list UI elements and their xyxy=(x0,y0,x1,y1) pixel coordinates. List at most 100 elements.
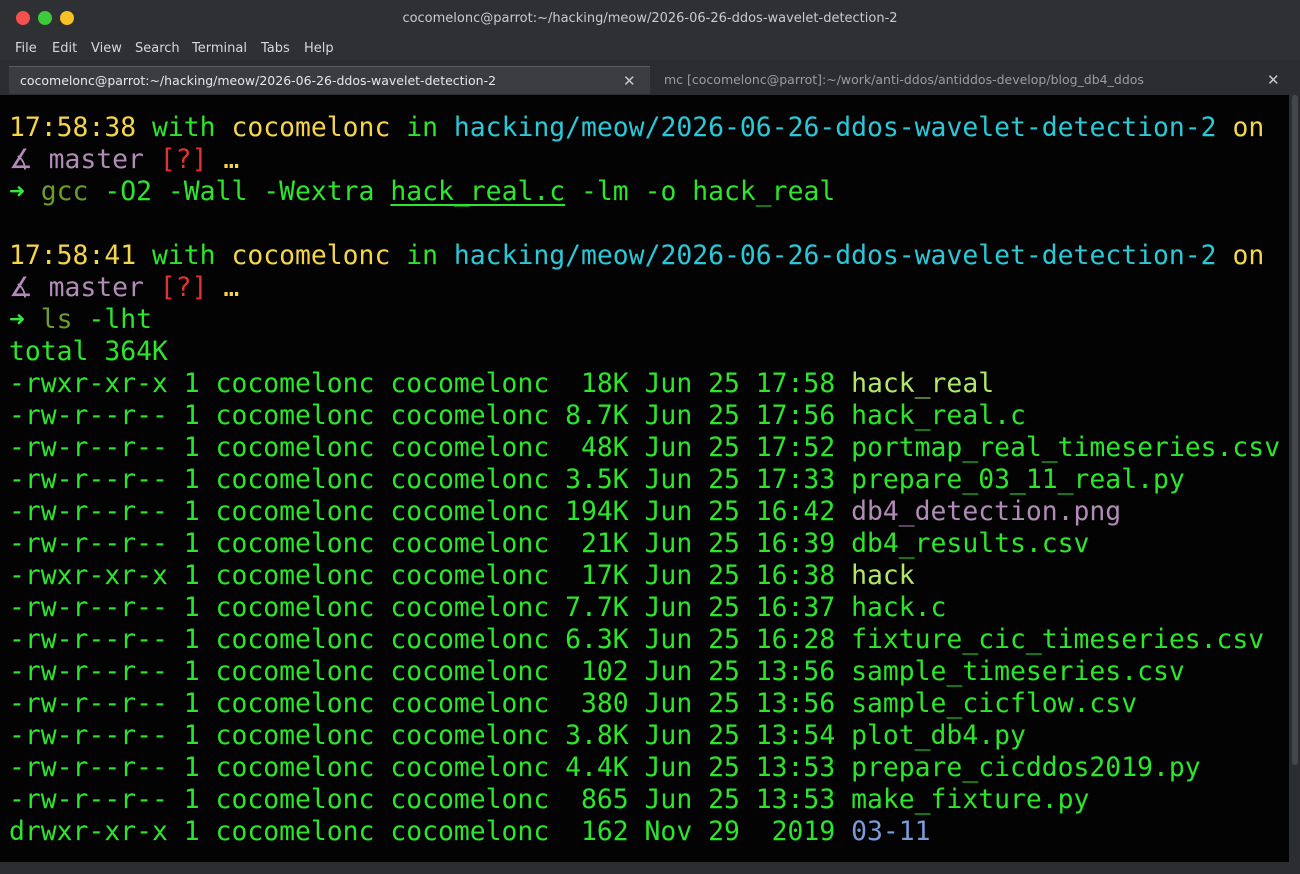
command-args: -lm -o hack_real xyxy=(565,176,836,207)
branch-icon: ∡ xyxy=(9,272,33,303)
tab-label: mc [cocomelonc@parrot]:~/work/anti-ddos/… xyxy=(664,72,1144,87)
tab-terminal-2[interactable]: mc [cocomelonc@parrot]:~/work/anti-ddos/… xyxy=(653,66,1293,94)
ls-row: -rw-r--r-- 1 cocomelonc cocomelonc 8.7K … xyxy=(9,400,1026,432)
prompt-path: hacking/meow/2026-06-26-ddos-wavelet-det… xyxy=(453,240,1217,271)
prompt-branch: master xyxy=(48,144,144,175)
ls-filename: db4_results.csv xyxy=(851,528,1090,559)
prompt-with: with xyxy=(152,240,216,271)
ls-filename: 03-11 xyxy=(851,816,931,847)
ls-meta: -rw-r--r-- 1 cocomelonc cocomelonc 865 J… xyxy=(9,784,852,815)
tab-bar: cocomelonc@parrot:~/hacking/meow/2026-06… xyxy=(0,66,1300,94)
prompt-path: hacking/meow/2026-06-26-ddos-wavelet-det… xyxy=(453,112,1217,143)
tab-terminal-1[interactable]: cocomelonc@parrot:~/hacking/meow/2026-06… xyxy=(9,66,650,94)
window-bottom-border xyxy=(0,862,1300,874)
ls-row: -rw-r--r-- 1 cocomelonc cocomelonc 865 J… xyxy=(9,784,1089,816)
tab-label: cocomelonc@parrot:~/hacking/meow/2026-06… xyxy=(20,73,497,88)
command-args: -lht xyxy=(72,304,153,335)
close-icon[interactable]: ✕ xyxy=(623,67,636,95)
ls-meta: -rwxr-xr-x 1 cocomelonc cocomelonc 18K J… xyxy=(9,368,852,399)
menu-tabs[interactable]: Tabs xyxy=(261,41,290,56)
command-line: ➜ gcc -O2 -Wall -Wextra hack_real.c -lm … xyxy=(9,176,835,208)
ls-filename: hack_real xyxy=(851,368,995,399)
command-file-arg: hack_real.c xyxy=(390,176,566,207)
ls-meta: -rw-r--r-- 1 cocomelonc cocomelonc 380 J… xyxy=(9,688,852,719)
prompt-on: on xyxy=(1232,112,1265,143)
ls-total: total 364K xyxy=(9,336,168,367)
ls-meta: -rwxr-xr-x 1 cocomelonc cocomelonc 17K J… xyxy=(9,560,852,591)
prompt-user: cocomelonc xyxy=(231,112,391,143)
menu-bar: File Edit View Search Terminal Tabs Help xyxy=(0,38,1300,60)
ls-meta: -rw-r--r-- 1 cocomelonc cocomelonc 3.5K … xyxy=(9,464,852,495)
close-icon[interactable]: ✕ xyxy=(1267,66,1280,94)
ls-row: -rw-r--r-- 1 cocomelonc cocomelonc 3.8K … xyxy=(9,720,1026,752)
ls-meta: -rw-r--r-- 1 cocomelonc cocomelonc 48K J… xyxy=(9,432,852,463)
prompt-time: 17:58:38 xyxy=(9,112,137,143)
prompt-time: 17:58:41 xyxy=(9,240,137,271)
ls-filename: db4_detection.png xyxy=(851,496,1122,527)
ls-meta: -rw-r--r-- 1 cocomelonc cocomelonc 21K J… xyxy=(9,528,852,559)
command-line: ➜ ls -lht xyxy=(9,304,152,336)
window-title: cocomelonc@parrot:~/hacking/meow/2026-06… xyxy=(402,11,898,26)
menu-view[interactable]: View xyxy=(91,41,122,56)
prompt-ellipsis: … xyxy=(223,272,240,303)
ls-filename: sample_timeseries.csv xyxy=(851,656,1185,687)
ls-filename: fixture_cic_timeseries.csv xyxy=(851,624,1265,655)
ls-row: -rwxr-xr-x 1 cocomelonc cocomelonc 17K J… xyxy=(9,560,915,592)
ls-filename: sample_cicflow.csv xyxy=(851,688,1138,719)
ls-meta: -rw-r--r-- 1 cocomelonc cocomelonc 194K … xyxy=(9,496,852,527)
menu-file[interactable]: File xyxy=(15,41,37,56)
branch-icon: ∡ xyxy=(9,144,33,175)
command-name: ls xyxy=(40,304,73,335)
ls-row: -rw-r--r-- 1 cocomelonc cocomelonc 4.4K … xyxy=(9,752,1201,784)
ls-row: -rw-r--r-- 1 cocomelonc cocomelonc 48K J… xyxy=(9,432,1280,464)
prompt-on: on xyxy=(1232,240,1265,271)
ls-row: drwxr-xr-x 1 cocomelonc cocomelonc 162 N… xyxy=(9,816,931,848)
ls-row: -rw-r--r-- 1 cocomelonc cocomelonc 194K … xyxy=(9,496,1121,528)
prompt-git-line: ∡ master [?] … xyxy=(9,144,239,176)
ls-filename: hack_real.c xyxy=(851,400,1026,431)
ls-meta: -rw-r--r-- 1 cocomelonc cocomelonc 8.7K … xyxy=(9,400,852,431)
ls-row: -rwxr-xr-x 1 cocomelonc cocomelonc 18K J… xyxy=(9,368,994,400)
ls-filename: prepare_cicddos2019.py xyxy=(851,752,1201,783)
arrow-icon: ➜ xyxy=(9,304,25,335)
prompt-git-status: [?] xyxy=(159,272,208,303)
prompt-branch: master xyxy=(48,272,144,303)
ls-row: -rw-r--r-- 1 cocomelonc cocomelonc 380 J… xyxy=(9,688,1137,720)
prompt-ellipsis: … xyxy=(223,144,240,175)
ls-filename: hack.c xyxy=(851,592,947,623)
command-args: -O2 -Wall -Wextra xyxy=(88,176,391,207)
prompt-line: 17:58:41 with cocomelonc in hacking/meow… xyxy=(9,240,1264,272)
ls-filename: plot_db4.py xyxy=(851,720,1026,751)
terminal-view[interactable]: 17:58:38 with cocomelonc in hacking/meow… xyxy=(0,95,1289,862)
arrow-icon: ➜ xyxy=(9,176,25,207)
ls-row: -rw-r--r-- 1 cocomelonc cocomelonc 3.5K … xyxy=(9,464,1185,496)
prompt-with: with xyxy=(152,112,216,143)
prompt-in: in xyxy=(406,240,439,271)
prompt-in: in xyxy=(406,112,439,143)
command-name: gcc xyxy=(40,176,89,207)
ls-row: -rw-r--r-- 1 cocomelonc cocomelonc 6.3K … xyxy=(9,624,1264,656)
ls-filename: portmap_real_timeseries.csv xyxy=(851,432,1281,463)
prompt-git-line: ∡ master [?] … xyxy=(9,272,239,304)
ls-filename: hack xyxy=(851,560,915,591)
title-bar: cocomelonc@parrot:~/hacking/meow/2026-06… xyxy=(0,0,1300,38)
prompt-line: 17:58:38 with cocomelonc in hacking/meow… xyxy=(9,112,1264,144)
ls-meta: -rw-r--r-- 1 cocomelonc cocomelonc 3.8K … xyxy=(9,720,852,751)
menu-edit[interactable]: Edit xyxy=(52,41,77,56)
ls-meta: -rw-r--r-- 1 cocomelonc cocomelonc 4.4K … xyxy=(9,752,852,783)
ls-meta: -rw-r--r-- 1 cocomelonc cocomelonc 102 J… xyxy=(9,656,852,687)
terminal-scrollbar[interactable] xyxy=(1292,95,1298,765)
prompt-user: cocomelonc xyxy=(231,240,391,271)
ls-row: -rw-r--r-- 1 cocomelonc cocomelonc 102 J… xyxy=(9,656,1185,688)
ls-filename: prepare_03_11_real.py xyxy=(851,464,1185,495)
menu-terminal[interactable]: Terminal xyxy=(192,41,247,56)
ls-meta: drwxr-xr-x 1 cocomelonc cocomelonc 162 N… xyxy=(9,816,852,847)
ls-row: -rw-r--r-- 1 cocomelonc cocomelonc 21K J… xyxy=(9,528,1089,560)
ls-filename: make_fixture.py xyxy=(851,784,1090,815)
ls-row: -rw-r--r-- 1 cocomelonc cocomelonc 7.7K … xyxy=(9,592,946,624)
ls-meta: -rw-r--r-- 1 cocomelonc cocomelonc 7.7K … xyxy=(9,592,852,623)
ls-meta: -rw-r--r-- 1 cocomelonc cocomelonc 6.3K … xyxy=(9,624,852,655)
menu-search[interactable]: Search xyxy=(135,41,180,56)
prompt-git-status: [?] xyxy=(159,144,208,175)
menu-help[interactable]: Help xyxy=(304,41,334,56)
